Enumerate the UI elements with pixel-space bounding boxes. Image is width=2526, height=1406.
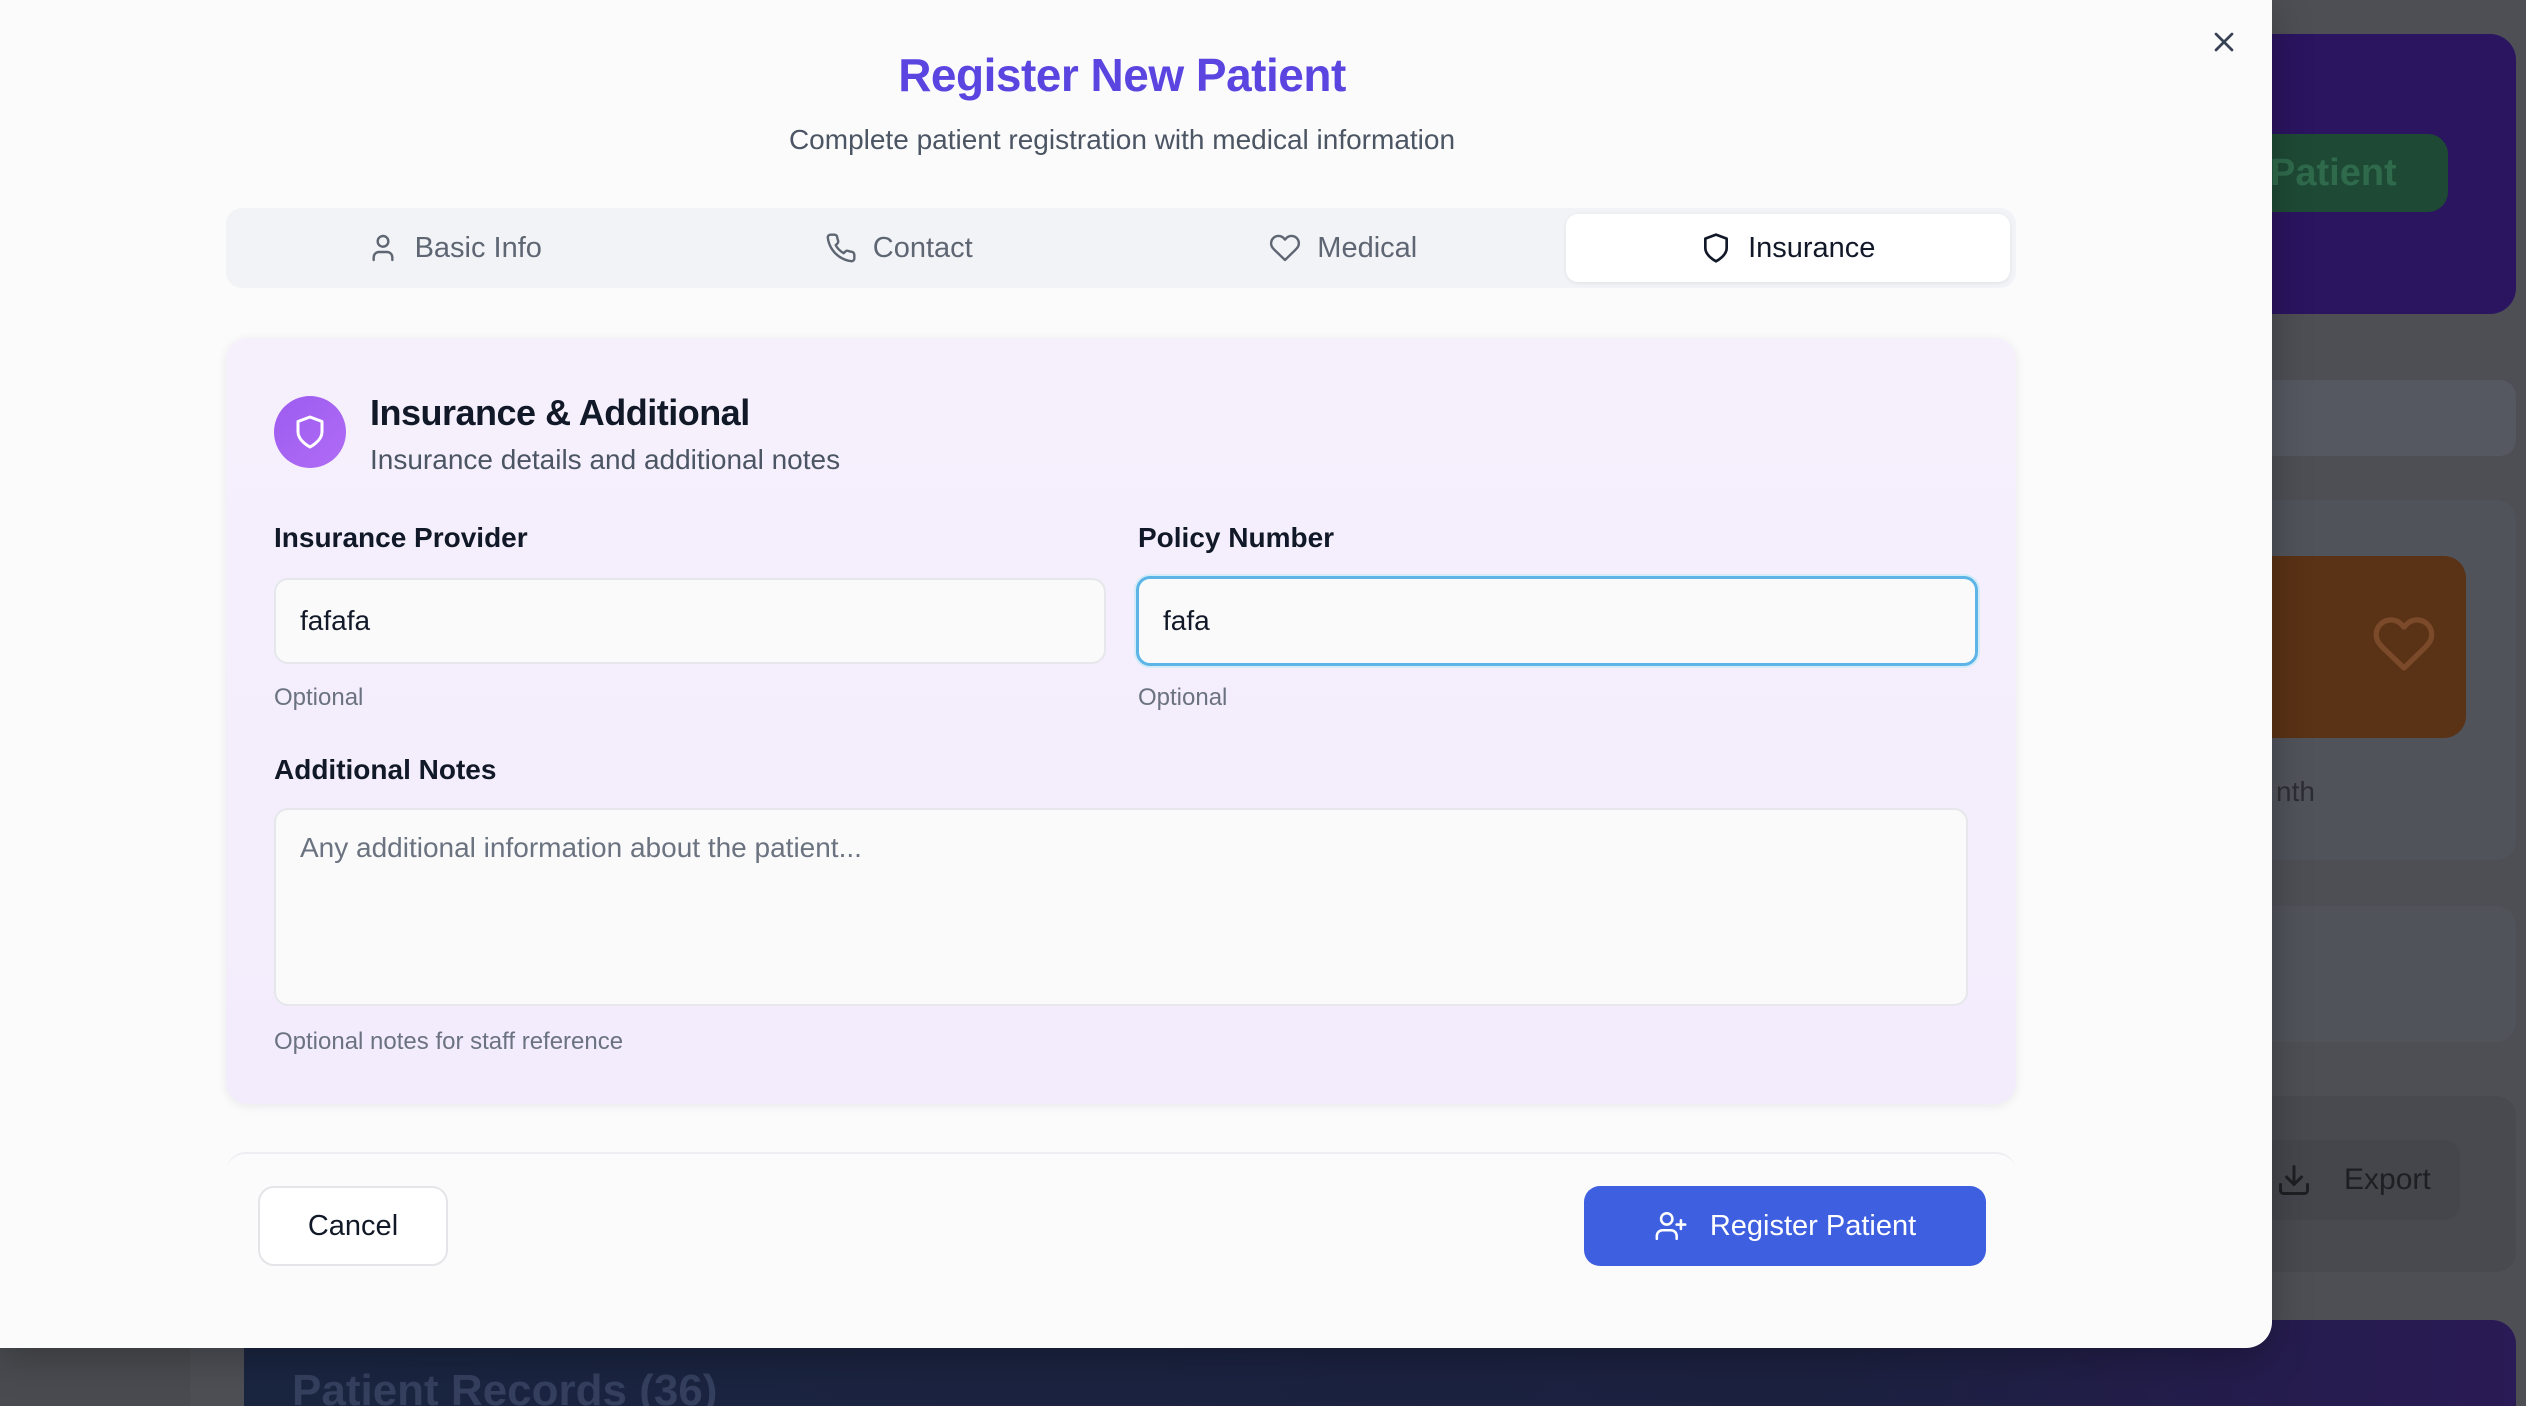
bg-search-row: [2230, 380, 2516, 456]
shield-icon: [1704, 233, 1729, 263]
download-icon: [2276, 1162, 2312, 1198]
section-icon-badge: [274, 396, 346, 468]
policy-number-hint: Optional: [1138, 684, 1228, 711]
insurance-section-card: Insurance & Additional Insurance details…: [226, 338, 2016, 1104]
tab-label: Contact: [872, 231, 973, 264]
tab-medical[interactable]: Medical: [1121, 214, 1566, 282]
section-subtitle: Insurance details and additional notes: [370, 444, 841, 475]
additional-notes-label: Additional Notes: [274, 754, 497, 785]
bg-sidebar: [0, 1348, 190, 1406]
policy-number-label: Policy Number: [1138, 522, 1335, 553]
register-patient-dialog: Register New Patient Complete patient re…: [0, 0, 2272, 1348]
policy-number-input[interactable]: [1136, 576, 1978, 666]
insurance-provider-input[interactable]: [274, 578, 1106, 664]
insurance-provider-hint: Optional: [274, 684, 364, 711]
section-title: Insurance & Additional: [370, 392, 750, 433]
heart-icon: [2372, 612, 2436, 676]
tab-basic-info[interactable]: Basic Info: [232, 214, 677, 282]
bg-records-title: Patient Records (36): [292, 1366, 718, 1406]
phone-icon: [826, 233, 856, 263]
user-icon: [372, 234, 394, 262]
dialog-subtitle: Complete patient registration with medic…: [788, 124, 1456, 155]
shield-icon: [296, 415, 324, 449]
bg-panel: [2230, 906, 2516, 1042]
register-patient-button[interactable]: Register Patient: [1584, 1186, 1986, 1266]
bg-stat-label: nth: [2276, 776, 2315, 807]
dialog-title: Register New Patient: [898, 49, 1346, 101]
register-button-label: Register Patient: [1709, 1209, 1917, 1242]
additional-notes-textarea[interactable]: [274, 808, 1968, 1006]
additional-notes-hint: Optional notes for staff reference: [274, 1028, 624, 1055]
tab-label: Basic Info: [414, 231, 542, 264]
tab-label: Insurance: [1748, 231, 1876, 264]
heart-icon: [1270, 234, 1301, 262]
user-plus-icon: [1655, 1211, 1687, 1241]
insurance-provider-label: Insurance Provider: [274, 522, 528, 553]
tab-insurance[interactable]: Insurance: [1565, 214, 2010, 282]
cancel-button[interactable]: Cancel: [258, 1186, 448, 1266]
tab-list: Basic Info Contact Medical Insurance: [226, 208, 2016, 288]
tab-label: Medical: [1317, 231, 1418, 264]
footer-divider: [226, 1152, 2016, 1182]
tab-contact[interactable]: Contact: [677, 214, 1122, 282]
